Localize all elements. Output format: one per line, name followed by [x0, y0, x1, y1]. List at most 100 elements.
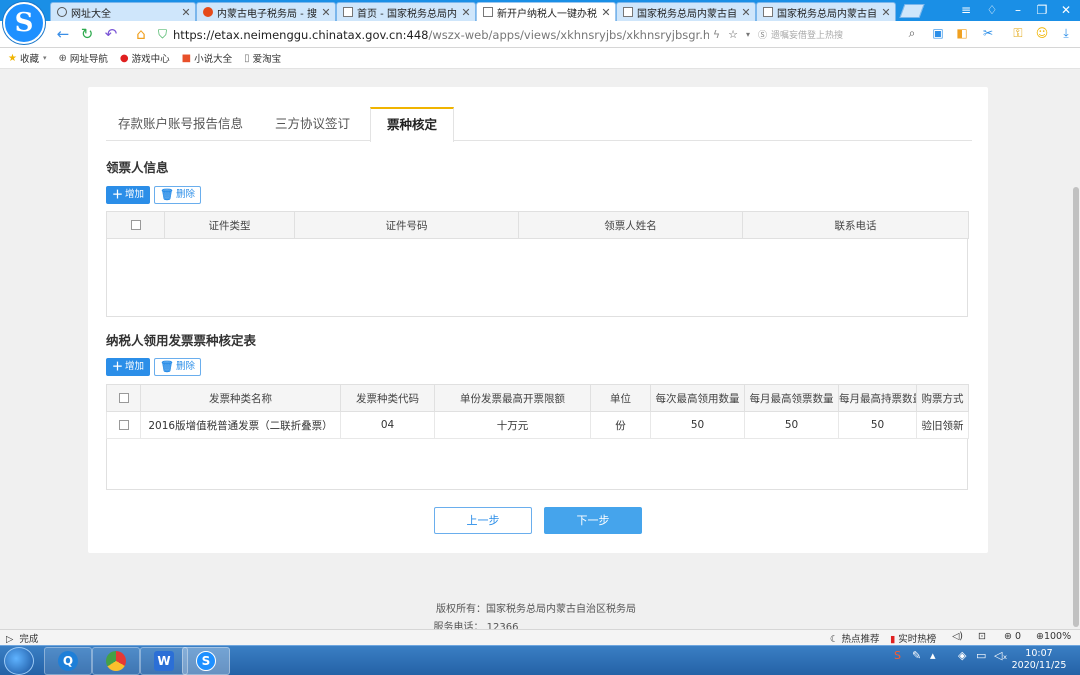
bookmark-item[interactable]: ● 游戏中心	[120, 51, 170, 66]
skin-icon[interactable]: ♢	[984, 3, 1000, 17]
sidebar-toggle-icon[interactable]: ▷	[6, 634, 13, 645]
next-step-button[interactable]: 下一步	[544, 507, 642, 534]
close-icon[interactable]: ✕	[321, 6, 331, 19]
column-header: 领票人姓名	[518, 211, 743, 239]
volume-icon[interactable]: ◁)	[952, 631, 963, 642]
plus-icon: ＋	[112, 360, 123, 373]
url-host: https://etax.neimenggu.chinatax.gov.cn:4…	[173, 27, 429, 42]
scrollbar-thumb[interactable]	[1073, 187, 1079, 627]
antivirus-icon[interactable]: ◈	[958, 649, 966, 662]
bookmark-item[interactable]: ▯ 爱淘宝	[244, 51, 281, 66]
browser-tab-title: 国家税务总局内蒙古自治	[637, 8, 737, 20]
close-icon[interactable]: ✕	[741, 6, 751, 19]
previous-step-button[interactable]: 上一步	[434, 507, 532, 534]
search-icon[interactable]: ⌕	[904, 26, 920, 42]
download-icon[interactable]: ⤓	[1058, 26, 1074, 42]
star-icon: ★	[8, 52, 17, 64]
lightning-icon[interactable]: ϟ	[713, 28, 720, 41]
browser-tab[interactable]: 网址大全 ✕	[50, 2, 196, 21]
select-all-checkbox[interactable]	[130, 220, 141, 230]
back-arrow-icon[interactable]: ←	[54, 25, 72, 43]
menu-icon[interactable]: ≡	[958, 3, 974, 17]
row-checkbox[interactable]	[118, 420, 129, 430]
sogou-ime-icon[interactable]: S	[894, 649, 901, 662]
screenshot-icon[interactable]: ▣	[930, 26, 946, 42]
clock-time: 10:07	[1025, 648, 1053, 659]
browser-tab[interactable]: 内蒙古电子税务局 - 搜狗 ✕	[196, 2, 336, 21]
restore-icon[interactable]: ❐	[1034, 3, 1050, 17]
delete-ticket-receiver-button[interactable]: 🗑 删除	[154, 186, 201, 204]
key-icon[interactable]: ⚿	[1010, 26, 1026, 42]
add-ticket-receiver-button[interactable]: ＋增加	[106, 186, 151, 204]
adblock-counter[interactable]: ⊛ 0	[1004, 631, 1021, 642]
realtime-hot-link[interactable]: ▮ 实时热榜	[890, 631, 936, 645]
network-icon[interactable]: ▭	[976, 649, 986, 662]
navigation-bar: ← ↻ ↶ ⌂ ⛉ https://etax.neimenggu.chinata…	[0, 21, 1080, 48]
search-box[interactable]: Ⓢ 遗嘱妄借登上热搜	[758, 24, 918, 45]
invoice-type-table-body	[106, 439, 968, 490]
browser-tab[interactable]: 首页 - 国家税务总局内蒙 ✕	[336, 2, 476, 21]
sogou-browser-logo[interactable]: S	[3, 2, 45, 44]
lock-icon[interactable]: ⊡	[978, 631, 986, 642]
taskbar-app-browser-q[interactable]: Q	[44, 647, 92, 675]
address-bar[interactable]: ⛉ https://etax.neimenggu.chinatax.gov.cn…	[158, 24, 750, 45]
section-title-ticket-receiver: 领票人信息	[106, 160, 169, 175]
status-text-wrap: ▷ 完成	[6, 631, 38, 645]
zoom-control[interactable]: ⊕100%	[1036, 631, 1071, 642]
home-icon[interactable]: ⌂	[132, 25, 150, 43]
invoice-type-table: 发票种类名称 发票种类代码 单份发票最高开票限额 单位 每次最高领用数量 每月最…	[106, 384, 969, 439]
window-close-icon[interactable]: ✕	[1058, 3, 1074, 17]
select-all-checkbox[interactable]	[118, 393, 129, 403]
hot-recommend-link[interactable]: ☾ 热点推荐	[830, 631, 880, 645]
table-row[interactable]: 2016版增值税普通发票（二联折叠票） 04 十万元 份 50 50 50 验旧…	[106, 411, 969, 439]
taskbar-app-wps[interactable]: W	[140, 647, 188, 675]
close-icon[interactable]: ✕	[181, 6, 191, 19]
zoom-icon: ⊕	[1036, 631, 1044, 642]
document-icon	[763, 7, 773, 17]
delete-invoice-type-button[interactable]: 🗑 删除	[154, 358, 201, 376]
browser-tab-active[interactable]: 新开户纳税人一键办税 - ✕	[476, 2, 616, 21]
scissors-icon[interactable]: ✂	[980, 26, 996, 42]
plus-icon: ＋	[112, 188, 123, 201]
bookmark-item[interactable]: ★ 收藏 ▾	[8, 51, 47, 66]
browser-tab[interactable]: 国家税务总局内蒙古自治 ✕	[616, 2, 756, 21]
sogou-search-icon: Ⓢ	[758, 31, 768, 41]
url-path: /wszx-web/apps/views/xkhnsryjbs/xkhnsryj…	[428, 27, 709, 42]
column-header: 购票方式	[916, 384, 969, 412]
hot-recommend-label: 热点推荐	[841, 634, 880, 645]
wps-icon: W	[154, 651, 174, 671]
close-icon[interactable]: ✕	[881, 6, 891, 19]
sogou-icon: S	[196, 651, 216, 671]
refresh-icon[interactable]: ↻	[78, 25, 96, 43]
volume-muted-icon[interactable]: ◁ₓ	[994, 649, 1007, 662]
bookmark-star-icon[interactable]: ☆	[728, 28, 738, 41]
bookmark-item[interactable]: ■ 小说大全	[182, 51, 232, 66]
chevron-down-icon[interactable]: ▾	[746, 30, 750, 39]
browser-tab-title: 网址大全	[71, 8, 111, 20]
system-clock[interactable]: 10:07 2020/11/25	[1010, 648, 1068, 672]
add-invoice-type-button[interactable]: ＋增加	[106, 358, 151, 376]
bookmark-item[interactable]: ⊕ 网址导航	[59, 51, 108, 66]
browser-tab[interactable]: 国家税务总局内蒙古自治 ✕	[756, 2, 896, 21]
tab-tripartite-agreement[interactable]: 三方协议签订	[263, 107, 362, 141]
close-icon[interactable]: ✕	[461, 6, 471, 19]
document-icon	[623, 7, 633, 17]
add-label: 增加	[125, 361, 145, 372]
tray-arrow-icon[interactable]: ▴	[930, 649, 936, 662]
smiley-icon[interactable]: ☺	[1034, 26, 1050, 42]
tab-invoice-type-verification[interactable]: 票种核定	[370, 107, 455, 142]
document-icon	[343, 7, 353, 17]
section1-button-row: ＋增加 🗑 删除	[106, 186, 205, 204]
url-text[interactable]: https://etax.neimenggu.chinatax.gov.cn:4…	[173, 28, 709, 42]
taskbar-app-chrome[interactable]	[92, 647, 140, 675]
start-button[interactable]	[4, 647, 34, 675]
close-icon[interactable]: ✕	[601, 6, 611, 19]
new-tab-button[interactable]	[899, 4, 925, 18]
tab-deposit-account[interactable]: 存款账户账号报告信息	[106, 107, 255, 141]
extension-icon[interactable]: ◧	[954, 26, 970, 42]
input-method-icon[interactable]: ✎	[912, 649, 921, 662]
taskbar-app-sogou[interactable]: S	[182, 647, 230, 675]
undo-icon[interactable]: ↶	[102, 25, 120, 43]
page-scrollbar[interactable]	[1072, 69, 1080, 629]
minimize-icon[interactable]: –	[1010, 3, 1026, 17]
